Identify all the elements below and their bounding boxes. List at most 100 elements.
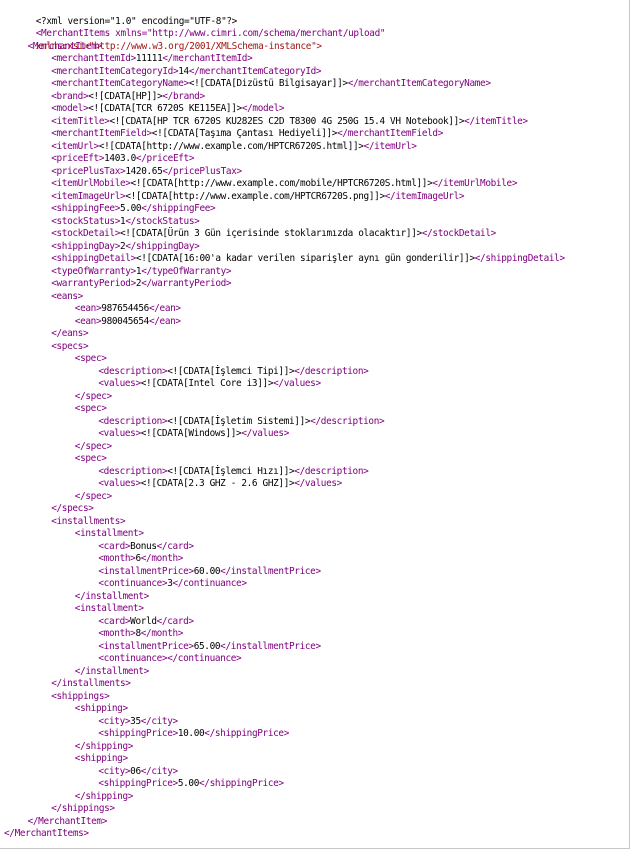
xml-code-line: <values><![CDATA[2.3 GHZ - 2.6 GHZ]]></v… <box>4 478 629 491</box>
xml-line-text: <card>World</card> <box>98 615 194 627</box>
xml-line-text: <stockStatus>1</stockStatus> <box>51 215 200 227</box>
xml-line-text: <installment> <box>74 603 144 614</box>
xml-line-text: <shippingFee>5.00</shippingFee> <box>51 203 216 214</box>
xml-line-text: </shippings> <box>51 803 115 814</box>
xml-code-line: <priceEft>1403.0</priceEft> <box>4 153 629 166</box>
xml-code-line: <installment> <box>4 528 629 541</box>
xml-code-line: </installment> <box>4 591 629 604</box>
xml-code-line: <values><![CDATA[Intel Core i3]]></value… <box>4 378 629 391</box>
xml-line-text: <specs> <box>51 340 89 352</box>
xml-code-line: <spec> <box>4 403 629 416</box>
xml-line-text: <shipping> <box>74 703 128 714</box>
xml-code-line: <specs> <box>4 341 629 354</box>
xml-line-text: <city>06</city> <box>98 765 178 777</box>
xml-line-text: <continuance></continuance> <box>98 653 242 664</box>
xml-code-line: <pricePlusTax>1420.65</pricePlusTax> <box>4 166 629 179</box>
xml-line-text: <installmentPrice>65.00</installmentPric… <box>98 640 321 652</box>
xml-code-line: <model><![CDATA[TCR 6720S KE115EA]]></mo… <box>4 103 629 116</box>
xml-line-text: <spec> <box>74 403 107 414</box>
xml-code-line: </installments> <box>4 678 629 691</box>
xml-line-text: <installment> <box>74 528 144 539</box>
xml-line-text: <shippings> <box>51 690 110 702</box>
xml-code-line: </MerchantItem> <box>4 816 629 829</box>
xml-code-line: </MerchantItems> <box>4 828 629 841</box>
xml-code-line: <shippingDay>2</shippingDay> <box>4 241 629 254</box>
xml-code-line: </installment> <box>4 666 629 679</box>
xml-line-text: <card>Bonus</card> <box>98 540 194 552</box>
xml-code-line: </spec> <box>4 491 629 504</box>
xml-line-text: </eans> <box>51 328 89 339</box>
xml-code-line: <description><![CDATA[İşletim Sistemi]]>… <box>4 416 629 429</box>
xml-line-text: </spec> <box>74 490 112 502</box>
xml-code-line: <warrantyPeriod>2</warrantyPeriod> <box>4 278 629 291</box>
xml-line-text: <spec> <box>74 353 107 364</box>
xml-line-text: </installment> <box>74 590 149 602</box>
xml-code-line: <month>6</month> <box>4 553 629 566</box>
xml-code-line: <shippingPrice>5.00</shippingPrice> <box>4 778 629 791</box>
xml-line-text: <brand><![CDATA[HP]]></brand> <box>51 90 205 102</box>
xml-line-text: </shipping> <box>74 740 134 752</box>
xml-line-text: <month>8</month> <box>98 628 184 639</box>
xml-code-line: </specs> <box>4 503 629 516</box>
xml-code-line: <typeOfWarranty>1</typeOfWarranty> <box>4 266 629 279</box>
xml-line-text: <merchantItemCategoryId>14</merchantItem… <box>51 65 322 77</box>
xml-code-line: </shipping> <box>4 791 629 804</box>
xml-line-text: <itemUrlMobile><![CDATA[http://www.examp… <box>51 178 518 189</box>
xml-declaration-line: <?xml version="1.0" encoding="UTF-8"?> <box>4 3 629 27</box>
xml-code-line: <merchantItemCategoryId>14</merchantItem… <box>4 66 629 79</box>
xml-code-line: <merchantItemId>11111</merchantItemId> <box>4 53 629 66</box>
xml-declaration: <?xml version="1.0" encoding="UTF-8"?> <box>35 15 238 27</box>
root-open-tag-line1: <MerchantItems xmlns="http://www.cimri.c… <box>35 28 386 39</box>
xml-line-text: <merchantItemCategoryName><![CDATA[Dizüs… <box>51 78 491 89</box>
xml-line-text: <pricePlusTax>1420.65</pricePlusTax> <box>51 165 242 177</box>
xml-line-text: </installments> <box>51 678 131 689</box>
xml-line-text: <ean>980045654</ean> <box>74 315 181 327</box>
xml-code-line: <shipping> <box>4 753 629 766</box>
xml-code-viewer: <?xml version="1.0" encoding="UTF-8"?> <… <box>0 0 630 849</box>
xml-code-line: <itemTitle><![CDATA[HP TCR 6720S KU282ES… <box>4 116 629 129</box>
xml-line-text: <continuance>3</continuance> <box>98 578 247 589</box>
xml-code-line: <ean>980045654</ean> <box>4 316 629 329</box>
xml-line-text: <shippingDay>2</shippingDay> <box>51 240 200 252</box>
xml-line-text: <priceEft>1403.0</priceEft> <box>51 153 195 164</box>
xml-code-line: <month>8</month> <box>4 628 629 641</box>
xml-code-line: </shippings> <box>4 803 629 816</box>
xml-line-text: <values><![CDATA[2.3 GHZ - 2.6 GHZ]]></v… <box>98 478 342 489</box>
xml-code-line: <continuance>3</continuance> <box>4 578 629 591</box>
xml-code-line: <installments> <box>4 516 629 529</box>
xml-code-line: <shippingFee>5.00</shippingFee> <box>4 203 629 216</box>
xml-code-line: <card>World</card> <box>4 616 629 629</box>
xml-line-text: <stockDetail><![CDATA[Ürün 3 Gün içerisi… <box>51 228 496 239</box>
xml-line-text: <city>35</city> <box>98 715 178 727</box>
xml-line-text: <values><![CDATA[Windows]]></values> <box>98 428 290 439</box>
xml-line-text: </spec> <box>74 440 112 452</box>
xml-code-line: <shippings> <box>4 691 629 704</box>
xml-line-text: <merchantItemId>11111</merchantItemId> <box>51 53 253 64</box>
xml-line-text: <eans> <box>51 290 83 302</box>
xml-code-line: <description><![CDATA[İşlemci Hızı]]></d… <box>4 466 629 479</box>
xml-line-text: <spec> <box>74 453 107 464</box>
xml-code-line: <installmentPrice>60.00</installmentPric… <box>4 566 629 579</box>
xml-code-line: </spec> <box>4 441 629 454</box>
xml-code-line: <stockDetail><![CDATA[Ürün 3 Gün içerisi… <box>4 228 629 241</box>
xml-line-text: <installments> <box>51 515 126 527</box>
xml-code-line: <itemUrlMobile><![CDATA[http://www.examp… <box>4 178 629 191</box>
xml-line-text: </installment> <box>74 665 149 677</box>
xml-code-line: <brand><![CDATA[HP]]></brand> <box>4 91 629 104</box>
xml-code-line: <installment> <box>4 603 629 616</box>
xml-code-line: </spec> <box>4 391 629 404</box>
xml-line-text: <itemUrl><![CDATA[http://www.example.com… <box>51 140 417 152</box>
xml-line-text: <shipping> <box>74 753 128 764</box>
xml-code-line: <spec> <box>4 353 629 366</box>
xml-code-line: <continuance></continuance> <box>4 653 629 666</box>
xml-code-line: <values><![CDATA[Windows]]></values> <box>4 428 629 441</box>
xml-line-text: <itemTitle><![CDATA[HP TCR 6720S KU282ES… <box>51 115 528 127</box>
xml-code-line: <stockStatus>1</stockStatus> <box>4 216 629 229</box>
xml-line-text: <month>6</month> <box>98 553 184 564</box>
xml-code-line: <itemUrl><![CDATA[http://www.example.com… <box>4 141 629 154</box>
xml-line-text: <ean>987654456</ean> <box>74 303 181 314</box>
xml-code-line: <city>06</city> <box>4 766 629 779</box>
xml-line-text: <description><![CDATA[İşletim Sistemi]]>… <box>98 415 385 427</box>
xml-code-line: <description><![CDATA[İşlemci Tipi]]></d… <box>4 366 629 379</box>
xml-code-line: <spec> <box>4 453 629 466</box>
